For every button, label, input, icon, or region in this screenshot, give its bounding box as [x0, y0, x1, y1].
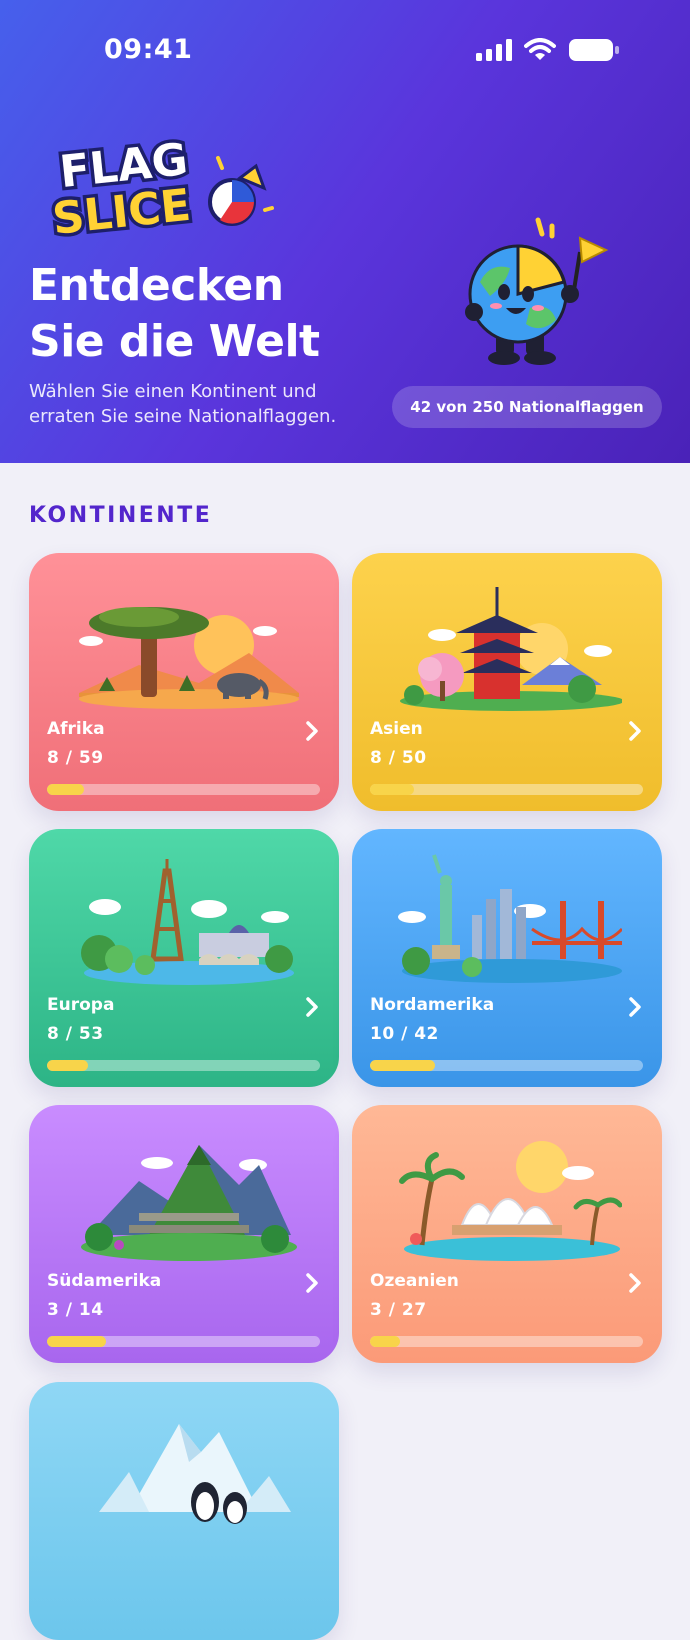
chevron-right-icon [629, 721, 641, 741]
title-line-1: Entdecken [29, 260, 284, 311]
continent-progress-bar [370, 784, 643, 795]
continent-card-asien[interactable]: Asien 8 / 50 [352, 553, 662, 811]
status-icons [476, 38, 620, 62]
hero-header: 09:41 FLAG SLICE Entdecken Sie die Welt … [0, 0, 690, 463]
chevron-right-icon [306, 721, 318, 741]
page-subtitle: Wählen Sie einen Kontinent und erraten S… [29, 379, 389, 429]
page-title: Entdecken Sie die Welt [29, 258, 320, 370]
progress-fill [47, 1060, 89, 1071]
continent-progress-text: 3 / 14 [47, 1300, 104, 1320]
continent-progress-bar [47, 784, 320, 795]
continent-progress-text: 10 / 42 [370, 1024, 439, 1044]
subtitle-line-1: Wählen Sie einen Kontinent und [29, 381, 317, 402]
continent-progress-bar [47, 1060, 320, 1071]
progress-fill [370, 784, 414, 795]
chevron-right-icon [306, 997, 318, 1017]
continent-card-suedamerika[interactable]: Südamerika 3 / 14 [29, 1105, 339, 1363]
progress-fill [47, 784, 85, 795]
europe-illustration [81, 859, 294, 985]
continent-progress-text: 8 / 59 [47, 748, 104, 768]
oceania-illustration [399, 1141, 622, 1261]
subtitle-line-2: erraten Sie seine Nationalflaggen. [29, 406, 337, 427]
continent-card-europa[interactable]: Europa 8 / 53 [29, 829, 339, 1087]
progress-fill [370, 1336, 401, 1347]
chevron-right-icon [306, 1273, 318, 1293]
continent-progress-bar [370, 1336, 643, 1347]
flag-slice-logo: FLAG SLICE [50, 130, 274, 240]
continent-progress-bar [370, 1060, 643, 1071]
continent-progress-text: 8 / 50 [370, 748, 427, 768]
asia-illustration [400, 587, 622, 711]
south-america-illustration [81, 1145, 297, 1261]
continent-card-afrika[interactable]: Afrika 8 / 59 [29, 553, 339, 811]
continent-name: Südamerika [47, 1271, 162, 1291]
battery-icon [569, 39, 619, 61]
antarctica-illustration [99, 1424, 291, 1524]
status-time: 09:41 [104, 34, 193, 65]
pie-chart-icon [208, 156, 274, 226]
section-title: KONTINENTE [29, 503, 213, 528]
wifi-icon [524, 38, 556, 60]
chevron-right-icon [629, 1273, 641, 1293]
continent-progress-text: 8 / 53 [47, 1024, 104, 1044]
continent-progress-bar [47, 1336, 320, 1347]
chevron-right-icon [629, 997, 641, 1017]
north-america-illustration [398, 854, 622, 983]
continent-name: Europa [47, 995, 115, 1015]
continent-progress-text: 3 / 27 [370, 1300, 427, 1320]
continent-name: Ozeanien [370, 1271, 459, 1291]
continent-name: Nordamerika [370, 995, 495, 1015]
continent-card-antarktis[interactable] [29, 1382, 339, 1640]
title-line-2: Sie die Welt [29, 316, 320, 367]
globe-mascot-icon [465, 217, 609, 365]
continent-card-ozeanien[interactable]: Ozeanien 3 / 27 [352, 1105, 662, 1363]
signal-icon [476, 39, 512, 61]
total-progress-badge: 42 von 250 Nationalflaggen [392, 386, 662, 428]
continent-name: Asien [370, 719, 423, 739]
africa-illustration [79, 607, 299, 709]
progress-fill [370, 1060, 435, 1071]
progress-fill [47, 1336, 106, 1347]
continent-card-nordamerika[interactable]: Nordamerika 10 / 42 [352, 829, 662, 1087]
continent-name: Afrika [47, 719, 105, 739]
